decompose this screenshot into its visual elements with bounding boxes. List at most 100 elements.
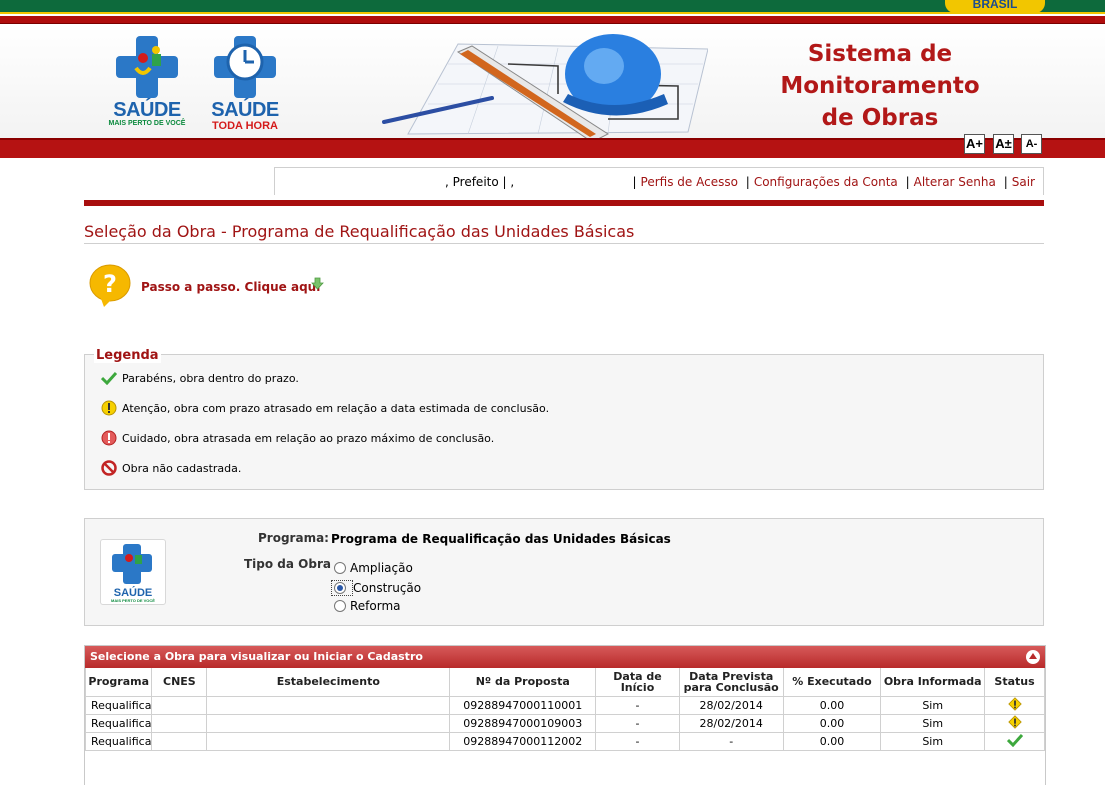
arrow-down-icon[interactable] <box>311 277 324 290</box>
table-row[interactable]: Requalifica 09288947000110001 - 28/02/20… <box>84 695 1045 715</box>
change-password-link[interactable]: Alterar Senha <box>914 175 996 189</box>
system-title: Sistema de Monitoramento de Obras <box>780 41 980 131</box>
font-increase-button[interactable]: A+ <box>964 134 985 154</box>
table-panel-header: Selecione a Obra para visualizar ou Inic… <box>85 646 1045 668</box>
site-header: SAÚDE MAIS PERTO DE VOCÊ SAÚDE TODA HORA <box>0 24 1105 138</box>
cell-executado: 0.00 <box>782 713 882 733</box>
svg-text:MAIS PERTO DE VOCÊ: MAIS PERTO DE VOCÊ <box>111 598 155 603</box>
work-type-label: Tipo da Obra <box>244 557 331 571</box>
saude-logo[interactable]: SAÚDE MAIS PERTO DE VOCÊ <box>105 36 189 128</box>
help-question-icon[interactable]: ? <box>88 264 132 308</box>
cell-estabelecimento <box>206 695 451 715</box>
check-icon <box>1006 733 1023 747</box>
cell-cnes <box>151 713 208 733</box>
account-links: | Perfis de Acesso | Configurações da Cont… <box>632 175 1036 189</box>
header-bottom-strip <box>0 138 1105 158</box>
account-settings-link[interactable]: Configurações da Conta <box>754 175 898 189</box>
works-table: Programa CNES Estabelecimento Nº da Prop… <box>84 668 1045 751</box>
col-status[interactable]: Status <box>984 668 1045 697</box>
help-label: Passo a passo. <box>141 280 241 294</box>
brasil-logo[interactable]: BRASIL <box>945 0 1045 13</box>
cell-proposta: 09288947000109003 <box>449 713 597 733</box>
col-executado[interactable]: % Executado <box>782 668 882 697</box>
cell-informada: Sim <box>880 731 986 751</box>
cell-proposta: 09288947000112002 <box>449 731 597 751</box>
access-profiles-link[interactable]: Perfis de Acesso <box>641 175 738 189</box>
menu-divider <box>84 200 1044 206</box>
logo-slogan: MAIS PERTO DE VOCÊ <box>108 120 186 127</box>
check-icon <box>100 369 118 387</box>
health-cross-icon <box>116 36 178 98</box>
gov-top-bar: BRASIL <box>0 0 1105 14</box>
clock-cross-icon <box>214 36 276 98</box>
radio-ampliacao[interactable]: Ampliação <box>334 561 413 575</box>
col-proposta[interactable]: Nº da Proposta <box>449 668 597 697</box>
legend-item: Cuidado, obra atrasada em relação ao pra… <box>100 429 494 447</box>
program-label: Programa: <box>258 531 329 545</box>
alert-icon <box>100 429 118 447</box>
col-obra-informada[interactable]: Obra Informada <box>880 668 986 697</box>
user-menu: , Prefeito | , | Perfis de Acesso | Config… <box>274 167 1044 195</box>
works-table-panel: Selecione a Obra para visualizar ou Inic… <box>84 645 1046 785</box>
forbidden-icon <box>100 459 118 477</box>
saude-program-logo: SAÚDE MAIS PERTO DE VOCÊ <box>100 539 166 605</box>
saude-toda-hora-logo[interactable]: SAÚDE TODA HORA <box>206 36 284 132</box>
cell-programa: Requalifica <box>84 713 153 733</box>
col-data-inicio[interactable]: Data de Início <box>595 668 680 697</box>
cell-executado: 0.00 <box>782 695 882 715</box>
cell-prevista: - <box>678 731 784 751</box>
help-link[interactable]: Clique aqui <box>245 280 321 294</box>
legend-title: Legenda <box>94 348 161 363</box>
construction-banner-image <box>382 34 708 138</box>
cell-status[interactable] <box>984 731 1045 751</box>
table-row[interactable]: Requalifica 09288947000109003 - 28/02/20… <box>84 713 1045 733</box>
cell-inicio: - <box>595 713 680 733</box>
logout-link[interactable]: Sair <box>1012 175 1035 189</box>
cell-status[interactable] <box>984 713 1045 733</box>
svg-text:?: ? <box>103 270 117 298</box>
legend-item: Parabéns, obra dentro do prazo. <box>100 369 299 387</box>
radio-button[interactable] <box>334 600 346 612</box>
logo-brand: SAÚDE <box>113 99 181 121</box>
font-reset-button[interactable]: A± <box>993 134 1014 154</box>
logo-brand: SAÚDE <box>211 99 279 121</box>
col-cnes[interactable]: CNES <box>151 668 208 697</box>
cell-programa: Requalifica <box>84 695 153 715</box>
cell-informada: Sim <box>880 713 986 733</box>
col-data-prevista[interactable]: Data Prevista para Conclusão <box>678 668 784 697</box>
col-estabelecimento[interactable]: Estabelecimento <box>206 668 451 697</box>
cell-cnes <box>151 695 208 715</box>
cell-cnes <box>151 731 208 751</box>
cell-status[interactable] <box>984 695 1045 715</box>
cell-inicio: - <box>595 695 680 715</box>
cell-informada: Sim <box>880 695 986 715</box>
cell-executado: 0.00 <box>782 731 882 751</box>
page-title: Seleção da Obra - Programa de Requalific… <box>84 222 1044 244</box>
header-top-strip <box>0 16 1105 24</box>
cell-prevista: 28/02/2014 <box>678 713 784 733</box>
table-header-row: Programa CNES Estabelecimento Nº da Prop… <box>84 668 1045 697</box>
help-text: Passo a passo. Clique aqui <box>141 280 320 294</box>
radio-button[interactable] <box>334 562 346 574</box>
collapse-icon[interactable] <box>1026 650 1040 664</box>
cell-programa: Requalifica <box>84 731 153 751</box>
font-decrease-button[interactable]: A- <box>1021 134 1042 154</box>
table-panel-title: Selecione a Obra para visualizar ou Inic… <box>90 650 423 663</box>
col-programa[interactable]: Programa <box>84 668 153 697</box>
warning-icon <box>1007 714 1022 729</box>
cell-proposta: 09288947000110001 <box>449 695 597 715</box>
cell-inicio: - <box>595 731 680 751</box>
program-value: Programa de Requalificação das Unidades … <box>331 532 671 546</box>
cell-estabelecimento <box>206 731 451 751</box>
radio-button-checked[interactable] <box>334 582 346 594</box>
table-row[interactable]: Requalifica 09288947000112002 - - 0.00 S… <box>84 731 1045 751</box>
radio-reforma[interactable]: Reforma <box>334 599 401 613</box>
legend-item: Obra não cadastrada. <box>100 459 241 477</box>
warning-icon <box>100 399 118 417</box>
radio-construcao[interactable]: Construção <box>331 580 421 596</box>
cell-estabelecimento <box>206 713 451 733</box>
warning-icon <box>1007 696 1022 711</box>
cell-prevista: 28/02/2014 <box>678 695 784 715</box>
user-info: , Prefeito | , <box>445 175 515 189</box>
legend-item: Atenção, obra com prazo atrasado em rela… <box>100 399 549 417</box>
